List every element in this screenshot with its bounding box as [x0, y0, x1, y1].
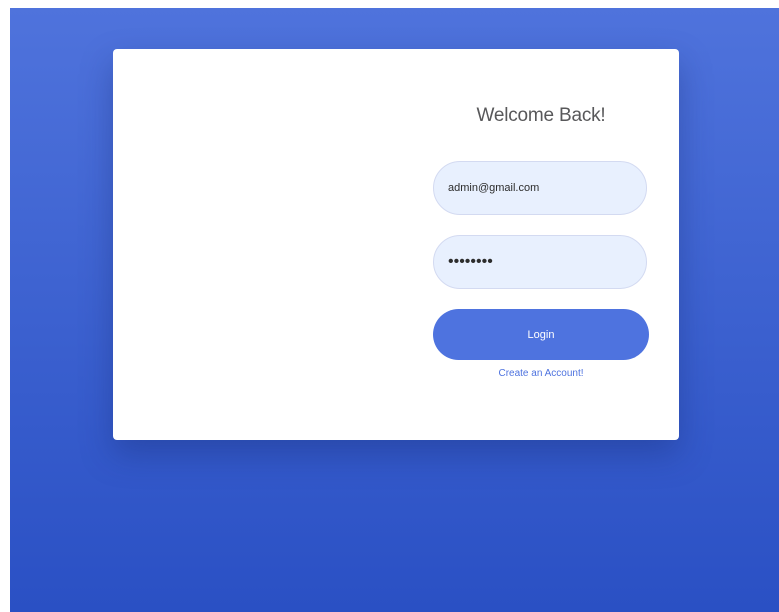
page-title: Welcome Back!	[476, 105, 606, 126]
login-form: Welcome Back! Login Create an Account!	[433, 49, 649, 440]
password-field[interactable]	[433, 235, 647, 289]
card-image-panel	[113, 49, 393, 440]
login-card: Welcome Back! Login Create an Account!	[113, 49, 679, 440]
email-field[interactable]	[433, 161, 647, 215]
create-account-link[interactable]: Create an Account!	[433, 368, 649, 379]
login-button[interactable]: Login	[433, 309, 649, 360]
